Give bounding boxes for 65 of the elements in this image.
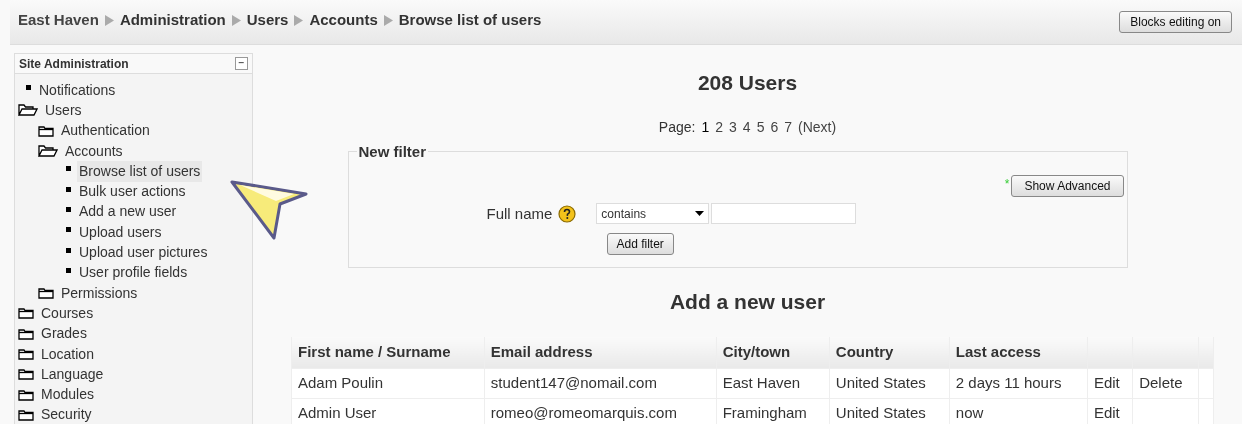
sidebar-item[interactable]: Browse list of users xyxy=(77,160,203,182)
next-page-link[interactable]: (Next) xyxy=(798,116,837,138)
sidebar-item[interactable]: Courses xyxy=(39,302,96,324)
page-link[interactable]: 2 xyxy=(715,116,724,138)
collapse-button[interactable]: − xyxy=(235,57,248,70)
breadcrumb-link[interactable]: East Haven xyxy=(18,8,99,32)
add-user-link[interactable]: Add a new user xyxy=(669,285,826,317)
breadcrumb-link[interactable]: Administration xyxy=(119,8,226,32)
field-label: Full name xyxy=(486,203,553,224)
page-link[interactable]: 3 xyxy=(729,116,737,138)
bullet-icon xyxy=(26,85,31,91)
blocks-editing-button[interactable]: Blocks editing on xyxy=(1119,11,1232,33)
current-page: 1 xyxy=(701,117,710,137)
sidebar-item[interactable]: Permissions xyxy=(59,282,140,304)
sidebar-item[interactable]: Notifications xyxy=(37,79,118,101)
sidebar-item[interactable]: Modules xyxy=(39,384,96,406)
sidebar-item[interactable]: Upload user pictures xyxy=(77,242,210,264)
bullet-icon xyxy=(66,267,71,273)
add-filter-button[interactable]: Add filter xyxy=(606,232,674,255)
bullet-icon xyxy=(66,247,71,253)
dropdown-caret-icon xyxy=(695,211,705,217)
sidebar-title: Site Administration xyxy=(19,55,129,73)
sidebar-item[interactable]: User profile fields xyxy=(77,262,190,284)
sidebar-item[interactable]: Authentication xyxy=(59,120,152,142)
sidebar-item[interactable]: Accounts xyxy=(63,140,125,162)
sidebar-item[interactable]: Security xyxy=(39,404,94,424)
sidebar-item[interactable]: Add a new user xyxy=(77,201,179,223)
column-header: Last access xyxy=(949,337,1088,368)
table-cell: United States xyxy=(829,368,950,398)
operator-dropdown[interactable]: contains xyxy=(596,203,710,225)
bullet-icon xyxy=(66,166,71,172)
action-link[interactable]: Edit xyxy=(1087,368,1133,398)
column-header: First name / Surname xyxy=(291,337,485,368)
page-link[interactable]: 5 xyxy=(756,116,765,138)
action-link[interactable]: Delete xyxy=(1132,368,1199,398)
table-cell: East Haven xyxy=(716,368,830,398)
bullet-icon xyxy=(66,186,71,192)
table-cell: Admin User xyxy=(291,398,485,424)
table-cell: student147@nomail.com xyxy=(484,368,717,398)
breadcrumb-link[interactable]: Accounts xyxy=(309,8,378,32)
column-header: Email address xyxy=(484,337,717,368)
fieldset-legend: New filter xyxy=(356,143,428,160)
bullet-icon xyxy=(66,206,71,212)
required-marker: * xyxy=(1004,175,1010,193)
breadcrumb-link[interactable]: Users xyxy=(246,8,289,32)
breadcrumb-link[interactable]: Browse list of users xyxy=(398,8,542,32)
show-advanced-button[interactable]: Show Advanced xyxy=(1011,174,1124,197)
column-header: City/town xyxy=(716,337,830,368)
page-heading: 208 Users xyxy=(697,70,798,96)
pagination-label: Page: xyxy=(658,117,696,137)
sidebar-item[interactable]: Location xyxy=(39,343,96,365)
sidebar-item[interactable]: Upload users xyxy=(77,221,164,243)
column-header: Country xyxy=(829,337,950,368)
sidebar-item[interactable]: Users xyxy=(43,99,84,121)
sidebar-item[interactable]: Language xyxy=(39,363,106,385)
page-link[interactable]: 6 xyxy=(770,116,779,138)
help-icon[interactable] xyxy=(558,204,577,223)
table-cell: 2 days 11 hours xyxy=(949,368,1088,398)
bullet-icon xyxy=(66,227,71,233)
page-link[interactable]: 7 xyxy=(784,116,792,138)
table-cell: Adam Poulin xyxy=(291,368,485,398)
page-link[interactable]: 4 xyxy=(742,116,751,138)
filter-input-field[interactable] xyxy=(711,203,857,225)
sidebar-item[interactable]: Bulk user actions xyxy=(77,181,188,203)
sidebar-item[interactable]: Grades xyxy=(39,323,89,345)
